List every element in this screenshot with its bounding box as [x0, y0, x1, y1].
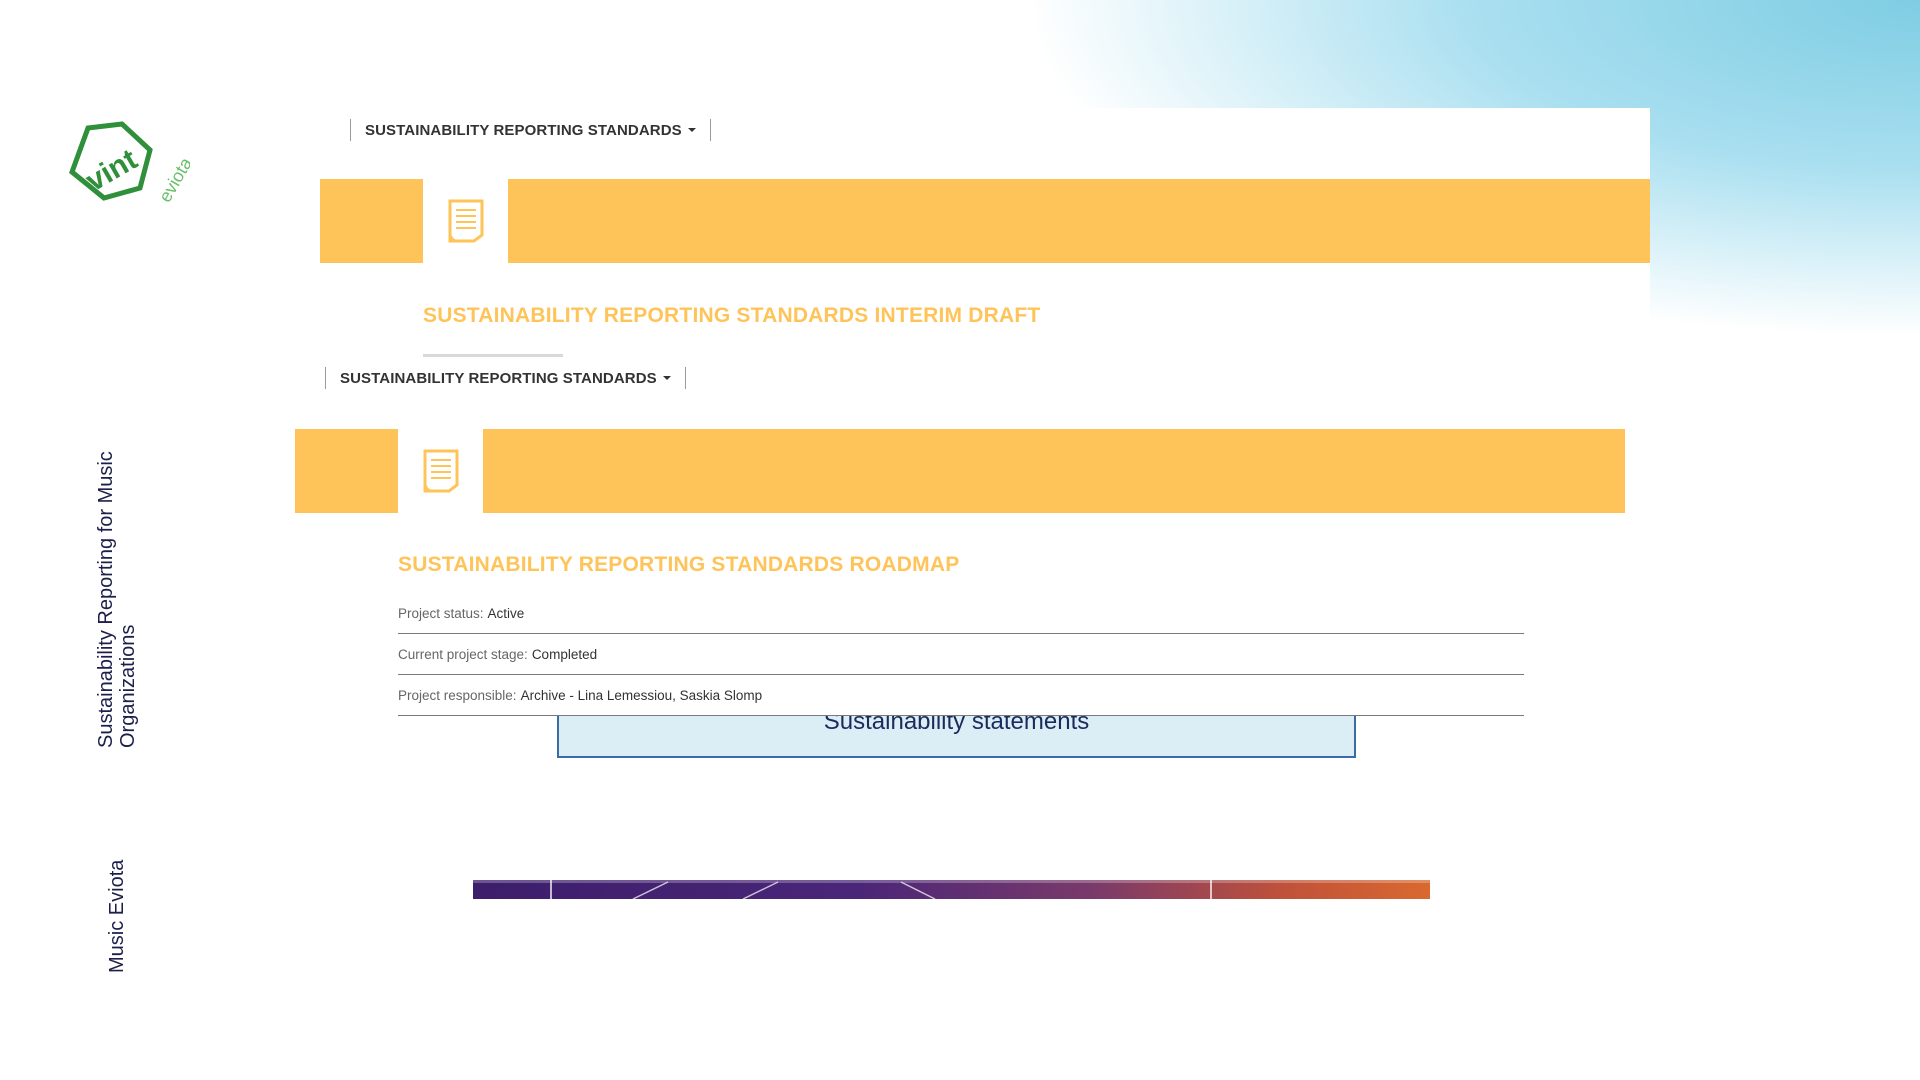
- nav-separator: [684, 367, 686, 389]
- project-meta-list: Project status: Active Current project s…: [398, 593, 1524, 716]
- nav-bar: SUSTAINABILITY REPORTING STANDARDS: [325, 366, 686, 390]
- vertical-slide-title: Sustainability Reporting for Music Organ…: [95, 451, 139, 748]
- yellow-banner: [295, 429, 1625, 513]
- document-icon: [423, 449, 458, 493]
- dropdown-label: SUSTAINABILITY REPORTING STANDARDS: [340, 369, 657, 387]
- eviota-logo: vint eviota: [69, 121, 190, 206]
- project-panel-interim-draft: SUSTAINABILITY REPORTING STANDARDS SUSTA…: [320, 108, 1650, 358]
- meta-value: Active: [487, 605, 525, 621]
- meta-label: Project status:: [398, 605, 484, 621]
- meta-row-stage: Current project stage: Completed: [398, 634, 1524, 675]
- dropdown-label: SUSTAINABILITY REPORTING STANDARDS: [365, 121, 682, 139]
- meta-label: Current project stage:: [398, 646, 528, 662]
- meta-value: Archive - Lina Lemessiou, Saskia Slomp: [520, 687, 763, 703]
- document-icon-tile: [398, 429, 483, 513]
- sustainability-statements-box: Sustainability statements: [557, 716, 1356, 758]
- document-icon: [448, 199, 483, 243]
- project-panel-roadmap: SUSTAINABILITY REPORTING STANDARDS SUSTA…: [295, 357, 1625, 717]
- svg-text:eviota: eviota: [155, 153, 190, 205]
- document-icon-tile: [423, 179, 508, 263]
- statements-label: Sustainability statements: [823, 716, 1090, 735]
- meta-value: Completed: [531, 646, 598, 662]
- standards-dropdown[interactable]: SUSTAINABILITY REPORTING STANDARDS: [351, 122, 710, 139]
- meta-row-responsible: Project responsible: Archive - Lina Leme…: [398, 675, 1524, 716]
- caret-down-icon: [662, 376, 671, 380]
- caret-down-icon: [687, 128, 696, 132]
- meta-label: Project responsible:: [398, 687, 517, 703]
- project-title[interactable]: SUSTAINABILITY REPORTING STANDARDS INTER…: [423, 304, 1040, 328]
- yellow-banner: [320, 179, 1650, 263]
- nav-bar: SUSTAINABILITY REPORTING STANDARDS: [350, 118, 711, 142]
- vertical-brand-name: Music Eviota: [106, 859, 128, 973]
- project-title[interactable]: SUSTAINABILITY REPORTING STANDARDS ROADM…: [398, 553, 959, 577]
- bar-chevrons: [632, 881, 936, 899]
- standards-dropdown[interactable]: SUSTAINABILITY REPORTING STANDARDS: [326, 370, 685, 387]
- gradient-timeline-bar: [473, 880, 1430, 899]
- nav-separator: [709, 119, 711, 141]
- meta-row-status: Project status: Active: [398, 593, 1524, 634]
